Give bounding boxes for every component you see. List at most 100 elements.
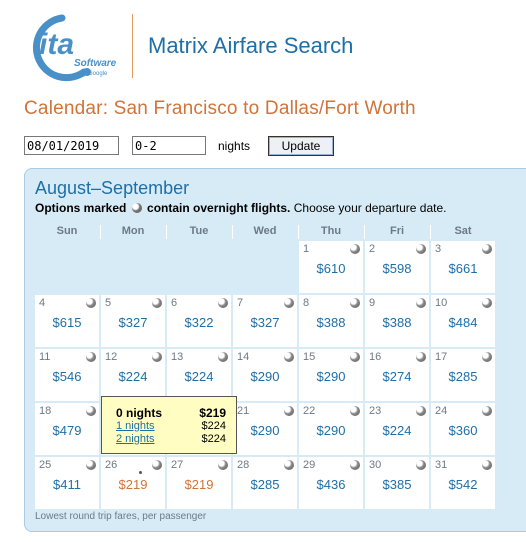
nights-input[interactable]: [132, 136, 206, 155]
calendar-day-cell[interactable]: 29 $436: [299, 457, 363, 509]
calendar-day-cell[interactable]: 18 $479: [35, 403, 99, 455]
day-fare-link[interactable]: $546: [35, 369, 99, 384]
update-button[interactable]: Update: [268, 136, 334, 156]
calendar-day-cell[interactable]: 4 $615: [35, 295, 99, 347]
day-fare-link[interactable]: $219: [101, 477, 165, 492]
day-fare-link[interactable]: $290: [299, 369, 363, 384]
weekday-separator: [298, 225, 299, 239]
calendar-day-cell[interactable]: 3 $661: [431, 241, 495, 293]
calendar-day-cell[interactable]: 12 $224: [101, 349, 165, 401]
calendar-day-cell[interactable]: 14 $290: [233, 349, 297, 401]
calendar-day-cell[interactable]: 24 $360: [431, 403, 495, 455]
calendar-day-cell[interactable]: 31 $542: [431, 457, 495, 509]
day-number: 3: [435, 243, 442, 255]
weekday-separator: [364, 225, 365, 239]
day-fare-link[interactable]: $224: [101, 369, 165, 384]
logo-text: ita: [39, 28, 74, 61]
day-fare-link[interactable]: $598: [365, 261, 429, 276]
overnight-moon-icon: [350, 460, 360, 470]
calendar-day-cell[interactable]: 16 $274: [365, 349, 429, 401]
footnote: Lowest round trip fares, per passenger: [35, 511, 207, 522]
day-fare-link[interactable]: $327: [101, 315, 165, 330]
overnight-moon-icon: [152, 298, 162, 308]
popup-fare: $219: [199, 406, 226, 420]
day-number: 25: [39, 459, 52, 471]
calendar-day-cell[interactable]: 6 $322: [167, 295, 231, 347]
day-number: 11: [39, 351, 51, 363]
day-fare-link[interactable]: $224: [167, 369, 231, 384]
calendar-day-cell[interactable]: 13 $224: [167, 349, 231, 401]
day-fare-link[interactable]: $615: [35, 315, 99, 330]
day-fare-link[interactable]: $542: [431, 477, 495, 492]
calendar-day-cell[interactable]: 10 $484: [431, 295, 495, 347]
popup-nights-link[interactable]: 1 nights: [116, 420, 155, 432]
overnight-moon-icon: [284, 406, 294, 416]
header-divider: [132, 14, 133, 78]
calendar-day-cell[interactable]: 9 $388: [365, 295, 429, 347]
calendar-day-cell[interactable]: 1 $610: [299, 241, 363, 293]
calendar-day-cell[interactable]: 7 $327: [233, 295, 297, 347]
calendar-day-cell[interactable]: 30 $385: [365, 457, 429, 509]
weekday-sat: Sat: [454, 225, 472, 237]
day-fare-link[interactable]: $388: [365, 315, 429, 330]
day-fare-link[interactable]: $661: [431, 261, 495, 276]
day-fare-link[interactable]: $274: [365, 369, 429, 384]
overnight-moon-icon: [350, 406, 360, 416]
calendar-day-cell[interactable]: 23 $224: [365, 403, 429, 455]
day-number: 7: [237, 297, 244, 309]
overnight-moon-icon: [416, 406, 426, 416]
calendar-day-cell[interactable]: 22 $290: [299, 403, 363, 455]
calendar-day-cell[interactable]: 11 $546: [35, 349, 99, 401]
overnight-moon-icon: [482, 406, 492, 416]
calendar-day-cell[interactable]: 27 $219: [167, 457, 231, 509]
overnight-moon-icon: [416, 352, 426, 362]
day-number: 1: [303, 243, 310, 255]
weekday-wed: Wed: [253, 225, 277, 237]
calendar-day-cell[interactable]: 2 $598: [365, 241, 429, 293]
departure-date-input[interactable]: [24, 136, 119, 155]
weekday-separator: [166, 225, 167, 239]
day-fare-link[interactable]: $285: [233, 477, 297, 492]
fare-popup: 0 nights $219 1 nights $224 2 nights $22…: [101, 396, 237, 454]
overnight-moon-icon: [482, 244, 492, 254]
day-fare-link[interactable]: $327: [233, 315, 297, 330]
day-fare-link[interactable]: $610: [299, 261, 363, 276]
overnight-moon-icon: [416, 244, 426, 254]
overnight-moon-icon: [482, 460, 492, 470]
day-number: 9: [369, 297, 376, 309]
day-number: 24: [435, 405, 448, 417]
day-fare-link[interactable]: $436: [299, 477, 363, 492]
day-fare-link[interactable]: $290: [233, 423, 297, 438]
day-fare-link[interactable]: $285: [431, 369, 495, 384]
day-fare-link[interactable]: $322: [167, 315, 231, 330]
day-fare-link[interactable]: $290: [233, 369, 297, 384]
calendar-day-cell[interactable]: 5 $327: [101, 295, 165, 347]
day-fare-link[interactable]: $484: [431, 315, 495, 330]
day-fare-link[interactable]: $385: [365, 477, 429, 492]
overnight-moon-icon: [218, 352, 228, 362]
day-fare-link[interactable]: $219: [167, 477, 231, 492]
overnight-moon-icon: [152, 460, 162, 470]
note-rest: Choose your departure date.: [293, 201, 447, 215]
calendar-day-cell[interactable]: 17 $285: [431, 349, 495, 401]
calendar-day-cell[interactable]: 28 $285: [233, 457, 297, 509]
day-number: 4: [39, 297, 46, 309]
overnight-moon-icon: [86, 460, 96, 470]
overnight-moon-icon: [350, 298, 360, 308]
day-number: 14: [237, 351, 250, 363]
calendar-day-cell[interactable]: 15 $290: [299, 349, 363, 401]
calendar-day-cell[interactable]: 26 $219: [101, 457, 165, 509]
calendar-day-cell[interactable]: 8 $388: [299, 295, 363, 347]
popup-nights-link[interactable]: 2 nights: [116, 433, 155, 445]
calendar-day-cell[interactable]: 21 $290: [233, 403, 297, 455]
day-fare-link[interactable]: $360: [431, 423, 495, 438]
calendar-day-cell[interactable]: 25 $411: [35, 457, 99, 509]
overnight-moon-icon: [416, 460, 426, 470]
day-fare-link[interactable]: $290: [299, 423, 363, 438]
day-fare-link[interactable]: $388: [299, 315, 363, 330]
day-fare-link[interactable]: $411: [35, 477, 99, 492]
day-fare-link[interactable]: $479: [35, 423, 99, 438]
day-fare-link[interactable]: $224: [365, 423, 429, 438]
weekday-sun: Sun: [56, 225, 78, 237]
ita-software-logo: ita Software by Google: [33, 14, 117, 82]
